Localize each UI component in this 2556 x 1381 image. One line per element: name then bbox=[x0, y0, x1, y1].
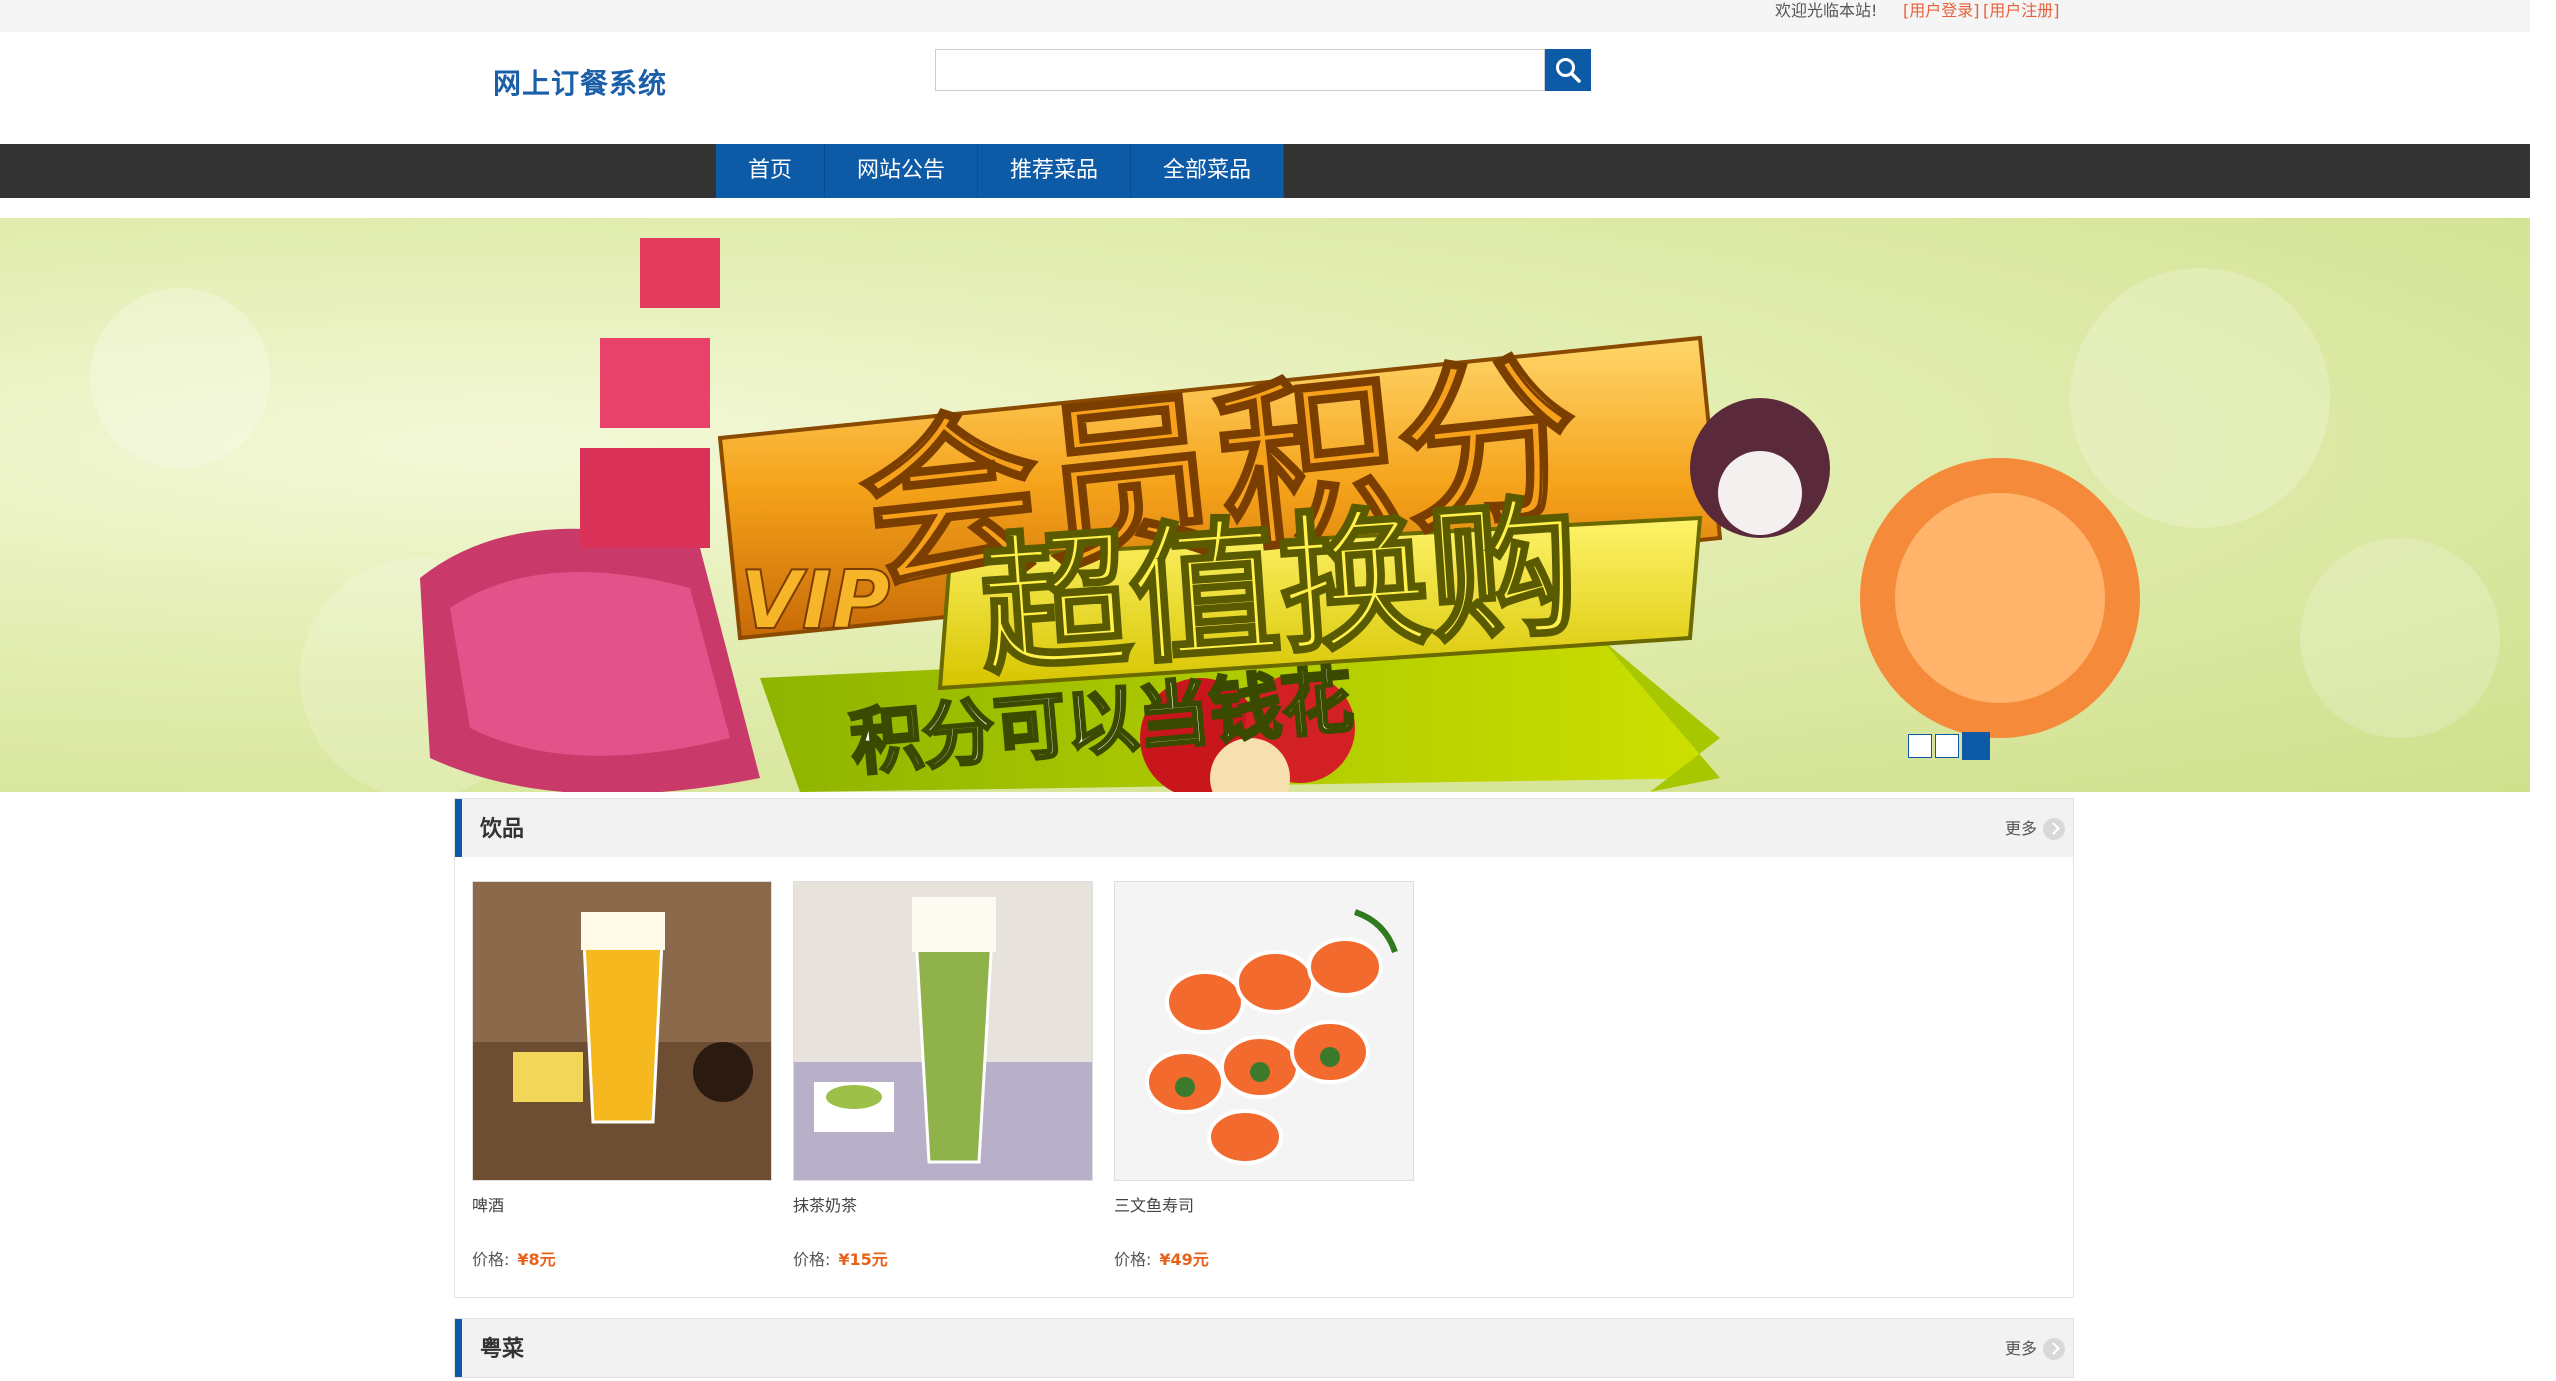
product-image[interactable] bbox=[793, 881, 1093, 1181]
nav-menu: 首页 网站公告 推荐菜品 全部菜品 bbox=[716, 144, 1284, 198]
more-label: 更多 bbox=[2004, 1339, 2037, 1358]
product-card[interactable]: 抹茶奶茶 价格: ¥15元 bbox=[793, 881, 1093, 1271]
chevron-right-icon bbox=[2043, 1338, 2065, 1360]
price-row: 价格: ¥8元 bbox=[472, 1249, 772, 1271]
category-section-cantonese: 粤菜 更多 bbox=[454, 1318, 2074, 1378]
product-price: ¥8元 bbox=[517, 1250, 556, 1269]
nav-item-recommended[interactable]: 推荐菜品 bbox=[978, 144, 1131, 198]
product-card[interactable]: 三文鱼寿司 价格: ¥49元 bbox=[1114, 881, 1414, 1271]
welcome-text: 欢迎光临本站! bbox=[1775, 1, 1878, 20]
top-utility-bar: 欢迎光临本站! [用户登录] [用户注册] bbox=[0, 0, 2530, 32]
price-row: 价格: ¥15元 bbox=[793, 1249, 1093, 1271]
category-section-drinks: 饮品 更多 啤酒 价格: ¥8元 抹茶奶茶 价格: ¥15元 三文鱼寿司 价格:… bbox=[454, 798, 2074, 1298]
price-label: 价格: bbox=[793, 1250, 831, 1269]
login-link[interactable]: [用户登录] bbox=[1903, 0, 1980, 22]
product-price: ¥15元 bbox=[838, 1250, 888, 1269]
nav-item-home[interactable]: 首页 bbox=[716, 144, 825, 198]
nav-item-announcements[interactable]: 网站公告 bbox=[825, 144, 978, 198]
banner-vip: VIP bbox=[740, 554, 890, 647]
section-title: 饮品 bbox=[480, 817, 525, 842]
product-name: 抹茶奶茶 bbox=[793, 1196, 858, 1215]
section-title: 粤菜 bbox=[480, 1337, 525, 1362]
register-link[interactable]: [用户注册] bbox=[1983, 0, 2060, 22]
slide-dot-3[interactable] bbox=[1962, 732, 1990, 760]
site-title[interactable]: 网上订餐系统 bbox=[493, 62, 667, 102]
section-header: 饮品 更多 bbox=[455, 799, 2073, 857]
slide-indicators bbox=[1908, 732, 1990, 760]
more-link[interactable]: 更多 bbox=[2005, 817, 2065, 841]
product-card[interactable]: 啤酒 价格: ¥8元 bbox=[472, 881, 772, 1271]
more-label: 更多 bbox=[2004, 819, 2037, 838]
product-name: 啤酒 bbox=[472, 1196, 505, 1215]
price-row: 价格: ¥49元 bbox=[1114, 1249, 1414, 1271]
more-link[interactable]: 更多 bbox=[2005, 1337, 2065, 1361]
price-label: 价格: bbox=[1114, 1250, 1152, 1269]
nav-item-all-dishes[interactable]: 全部菜品 bbox=[1131, 144, 1284, 198]
search-icon bbox=[1556, 58, 1581, 83]
product-image[interactable] bbox=[472, 881, 772, 1181]
search-button[interactable] bbox=[1545, 49, 1591, 91]
main-nav: 首页 网站公告 推荐菜品 全部菜品 bbox=[0, 144, 2530, 198]
site-header: 网上订餐系统 bbox=[0, 32, 2530, 144]
product-list: 啤酒 价格: ¥8元 抹茶奶茶 价格: ¥15元 三文鱼寿司 价格: ¥49元 bbox=[455, 857, 2073, 1297]
price-label: 价格: bbox=[472, 1250, 510, 1269]
product-name: 三文鱼寿司 bbox=[1114, 1196, 1195, 1215]
slide-dot-1[interactable] bbox=[1908, 734, 1932, 758]
chevron-right-icon bbox=[2043, 818, 2065, 840]
promo-banner[interactable]: 会员积分 VIP 超值换购 积分可以当钱花 bbox=[0, 218, 2530, 792]
search-input[interactable] bbox=[935, 49, 1545, 91]
product-image[interactable] bbox=[1114, 881, 1414, 1181]
slide-dot-2[interactable] bbox=[1935, 734, 1959, 758]
banner-artwork: 会员积分 VIP 超值换购 积分可以当钱花 bbox=[90, 238, 2500, 792]
product-price: ¥49元 bbox=[1159, 1250, 1209, 1269]
section-header: 粤菜 更多 bbox=[455, 1319, 2073, 1377]
